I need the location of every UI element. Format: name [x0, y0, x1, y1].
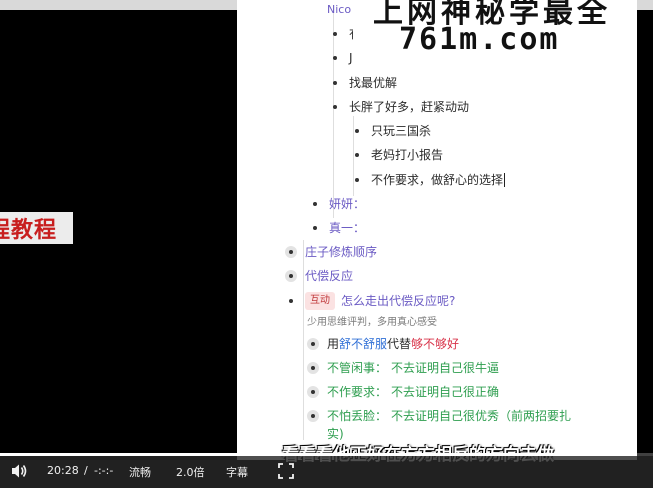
- list-item-collapsed[interactable]: 不管闲事： 不去证明自己很牛逼: [307, 360, 499, 376]
- bullet-icon: [289, 299, 293, 303]
- list-item: 妍妍：: [313, 196, 365, 212]
- list-item: J: [333, 50, 353, 66]
- bullet-icon: [355, 178, 359, 182]
- bullet-icon: [333, 56, 337, 60]
- collapsed-bullet-icon[interactable]: [307, 362, 319, 374]
- list-item: 找最优解: [333, 75, 397, 91]
- volume-icon[interactable]: [10, 462, 28, 483]
- total-time: -:-:-: [94, 464, 114, 477]
- note-text: 少用思维评判，多用真心感受: [307, 317, 437, 328]
- bullet-icon: [333, 105, 337, 109]
- bullet-icon: [313, 226, 317, 230]
- list-item-collapsed[interactable]: 用舒不舒服 代替 够不够好: [307, 336, 459, 352]
- list-item-collapsed[interactable]: 代偿反应: [285, 268, 353, 284]
- collapsed-bullet-icon[interactable]: [285, 246, 297, 258]
- bullet-icon: [313, 202, 317, 206]
- course-banner-text: 程教程: [0, 218, 58, 243]
- list-item: 真一：: [313, 220, 365, 236]
- course-banner: 程教程: [0, 212, 73, 244]
- list-item: 互动 怎么走出代偿反应呢?: [289, 292, 455, 310]
- bullet-icon: [333, 81, 337, 85]
- text-caret: [504, 173, 506, 187]
- time-separator: /: [84, 464, 88, 477]
- doc-top-fragment: Nico: [327, 3, 352, 16]
- current-time: 20:28: [47, 464, 79, 477]
- player-controls: 20:28 / -:-:- 流畅 2.0倍 字幕: [0, 456, 653, 488]
- collapsed-bullet-icon[interactable]: [285, 270, 297, 282]
- list-item: 老妈打小报告: [355, 147, 443, 163]
- list-item-collapsed[interactable]: 不作要求： 不去证明自己很正确: [307, 384, 499, 400]
- list-item-collapsed[interactable]: 不怕丢脸： 不去证明自己很优秀（前两招要扎: [307, 408, 571, 424]
- fullscreen-icon[interactable]: [278, 463, 294, 482]
- bullet-icon: [355, 129, 359, 133]
- indent-guide: [353, 116, 354, 196]
- bullet-icon: [355, 153, 359, 157]
- captions-button[interactable]: 字幕: [226, 464, 248, 480]
- quality-button[interactable]: 流畅: [129, 464, 151, 480]
- watermark-url: 761m.com: [399, 22, 560, 57]
- speed-button[interactable]: 2.0倍: [176, 464, 205, 480]
- list-item-collapsed[interactable]: 庄子修炼顺序: [285, 244, 377, 260]
- list-item: 长胖了好多，赶紧动动: [333, 99, 469, 115]
- collapsed-bullet-icon[interactable]: [307, 338, 319, 350]
- video-frame[interactable]: Nico 有 J 找最优解 长胖了好多，赶紧动动 只玩三国杀 老妈打小报告 不作…: [0, 0, 653, 488]
- collapsed-bullet-icon[interactable]: [307, 386, 319, 398]
- list-item-editing[interactable]: 不作要求，做舒心的选择: [355, 172, 506, 188]
- collapsed-bullet-icon[interactable]: [307, 410, 319, 422]
- interaction-tag: 互动: [305, 292, 335, 310]
- watermark-overlay: 上网神秘学最全 761m.com: [353, 0, 613, 70]
- bullet-icon: [333, 32, 337, 36]
- list-item: 只玩三国杀: [355, 123, 431, 139]
